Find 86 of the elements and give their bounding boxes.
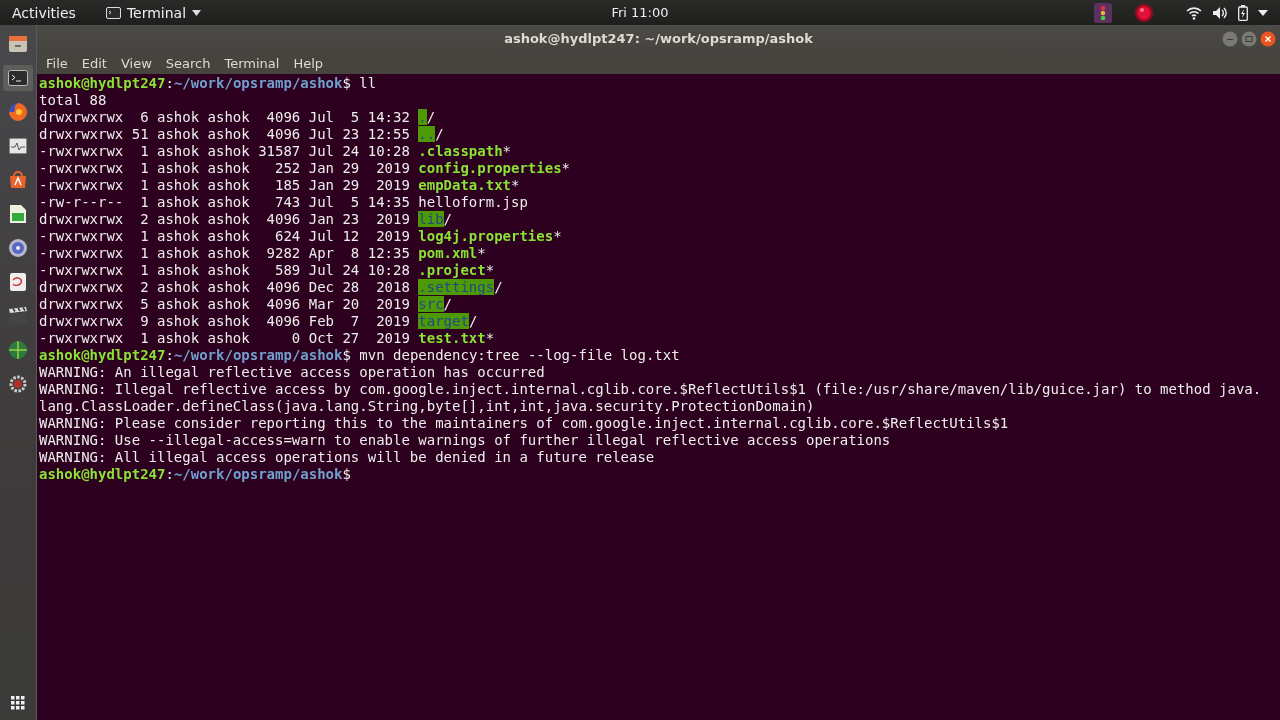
shell-prompt: ashok@hydlpt247:~/work/opsramp/ashok$ [39, 75, 351, 91]
terminal-output: WARNING: Illegal reflective access by com.google.inject.internal.cglib.core.$ReflectUtils$1 (file:/usr/share/maven/lib/guice.jar) to method java. [39, 381, 1262, 397]
terminal-output: total 88 [39, 92, 107, 108]
file-name: config.properties [418, 160, 562, 176]
file-name: pom.xml [418, 245, 478, 261]
file-name: helloform.jsp [418, 194, 528, 210]
type-indicator: / [494, 279, 503, 295]
menu-item[interactable]: View [113, 55, 159, 71]
app-grid-icon[interactable] [11, 696, 25, 710]
menu-item[interactable]: File [39, 55, 75, 71]
file-name: .. [418, 126, 436, 142]
clock: Fri 11:00 [611, 5, 669, 20]
file-info: drwxrwxrwx 2 ashok ashok 4096 Jan 23 2019 [39, 211, 411, 227]
menu-item[interactable]: Edit [74, 55, 114, 71]
type-indicator: / [443, 296, 453, 312]
file-name: log4j.properties [418, 228, 554, 244]
menu-item[interactable]: Help [286, 55, 331, 71]
caret-icon[interactable] [1258, 9, 1268, 16]
type-indicator: * [485, 262, 495, 278]
file-name: test.txt [418, 330, 486, 346]
file-name: src [418, 296, 444, 312]
file-info: -rwxrwxrwx 1 ashok ashok 31587 Jul 24 10:28 [39, 143, 411, 159]
file-name: . [418, 109, 427, 125]
file-info: -rwxrwxrwx 1 ashok ashok 589 Jul 24 10:28 [39, 262, 411, 278]
file-name: .settings [418, 279, 495, 295]
file-info: -rwxrwxrwx 1 ashok ashok 624 Jul 12 2019 [39, 228, 411, 244]
terminal-output: WARNING: Use --illegal-access=warn to enable warnings of further illegal reflective access operations [39, 432, 891, 448]
file-info: drwxrwxrwx 51 ashok ashok 4096 Jul 23 12:55 [39, 126, 411, 142]
terminal-icon [8, 70, 28, 86]
type-indicator: / [443, 211, 453, 227]
menu-item[interactable]: Search [158, 55, 218, 71]
type-indicator: * [511, 177, 520, 193]
spreadsheet-icon [9, 204, 27, 224]
caret-icon [192, 9, 202, 16]
file-info: -rwxrwxrwx 1 ashok ashok 0 Oct 27 2019 [39, 330, 411, 346]
settings-icon [8, 374, 28, 394]
file-info: -rwxrwxrwx 1 ashok ashok 9282 Apr 8 12:35 [39, 245, 411, 261]
file-name: target [418, 313, 469, 329]
terminal-output: WARNING: Please consider reporting this to the maintainers of com.google.inject.internal.cglib.core.$ReflectUtils$1 [39, 415, 1009, 431]
app-menu[interactable]: Terminal [95, 4, 212, 21]
terminal-output: lang.ClassLoader.defineClass(java.lang.String,byte[],int,int,java.security.ProtectionDomain) [39, 398, 815, 414]
file-info: drwxrwxrwx 9 ashok ashok 4096 Feb 7 2019 [39, 313, 411, 329]
disc-icon [8, 238, 28, 258]
record-icon[interactable] [1134, 2, 1154, 23]
file-info: -rwxrwxrwx 1 ashok ashok 252 Jan 29 2019 [39, 160, 411, 176]
type-indicator: * [477, 245, 486, 261]
type-indicator: / [435, 126, 444, 142]
terminal-output: WARNING: An illegal reflective access operation has occurred [39, 364, 545, 380]
file-name: lib [418, 211, 444, 227]
file-cabinet-icon [8, 34, 28, 54]
volume-icon[interactable] [1212, 5, 1228, 20]
type-indicator: * [485, 330, 495, 346]
file-name: .classpath [418, 143, 503, 159]
type-indicator: * [502, 143, 512, 159]
minimize-button[interactable] [1222, 31, 1238, 47]
shopping-bag-icon [8, 170, 28, 190]
globe-icon [8, 102, 28, 122]
file-info: drwxrwxrwx 6 ashok ashok 4096 Jul 5 14:32 [39, 109, 411, 125]
globe-icon [8, 340, 28, 360]
type-indicator: / [426, 109, 436, 125]
type-indicator: / [468, 313, 478, 329]
window-title: ashok@hydlpt247: ~/work/opsramp/ashok [504, 31, 813, 46]
document-icon [9, 272, 27, 292]
file-name: empData.txt [418, 177, 511, 193]
activities-button[interactable]: Activities [0, 4, 88, 21]
wifi-icon[interactable] [1186, 5, 1202, 20]
file-info: -rwxrwxrwx 1 ashok ashok 185 Jan 29 2019 [39, 177, 411, 193]
dock-item[interactable] [3, 65, 33, 91]
clapperboard-icon [8, 307, 28, 325]
shell-prompt: ashok@hydlpt247:~/work/opsramp/ashok$ [39, 347, 351, 363]
terminal-output: WARNING: All illegal access operations will be denied in a future release [39, 449, 655, 465]
type-indicator: * [561, 160, 571, 176]
terminal-icon [105, 6, 121, 19]
traffic-light-icon[interactable] [1094, 2, 1112, 23]
file-info: drwxrwxrwx 5 ashok ashok 4096 Mar 20 2019 [39, 296, 411, 312]
command-text: mvn dependency:tree --log-file log.txt [358, 347, 680, 363]
menu-item[interactable]: Terminal [217, 55, 287, 71]
command-text: ll [358, 75, 377, 91]
type-indicator: * [553, 228, 562, 244]
file-name: .project [418, 262, 486, 278]
file-info: drwxrwxrwx 2 ashok ashok 4096 Dec 28 2018 [39, 279, 411, 295]
shell-prompt: ashok@hydlpt247:~/work/opsramp/ashok$ [39, 466, 351, 482]
monitor-icon [9, 138, 27, 154]
battery-icon[interactable] [1238, 4, 1248, 21]
file-info: -rw-r--r-- 1 ashok ashok 743 Jul 5 14:35 [39, 194, 411, 210]
close-button[interactable] [1260, 31, 1276, 47]
